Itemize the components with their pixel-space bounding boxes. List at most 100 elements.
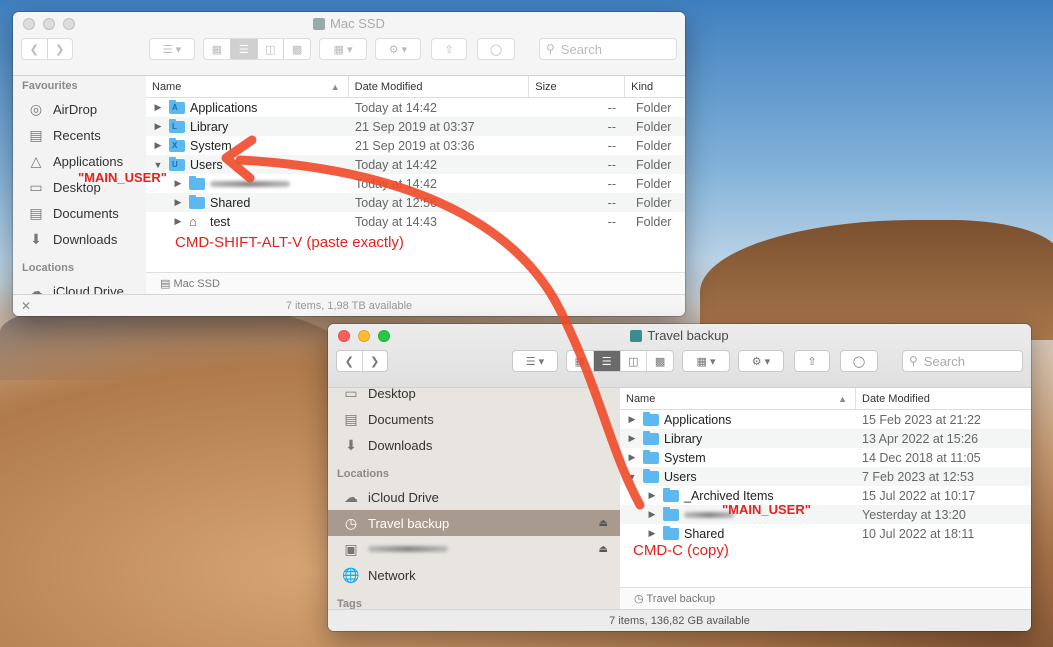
disclosure-triangle[interactable]: ▶ [172, 178, 184, 189]
column-kind[interactable]: Kind [625, 76, 685, 97]
row-name: System [190, 138, 232, 153]
back-forward-buttons: ❮ ❯ [21, 38, 73, 60]
sidebar-item-icloud-drive[interactable]: ☁ iCloud Drive [328, 484, 620, 510]
table-row[interactable]: ▶ Yesterday at 13:20 [620, 505, 1031, 524]
sidebar-item-documents[interactable]: ▤ Documents [13, 200, 146, 226]
finder-window-travel-backup[interactable]: Travel backup ❮ ❯ ☰ ▾ ▦ ☰ ◫ ▩ ▦ ▾ ⚙ ▾ ⇧ … [328, 324, 1031, 631]
icon-view-button[interactable]: ▦ [567, 351, 594, 371]
sidebar-item-desktop[interactable]: ▭ Desktop [328, 388, 620, 406]
titlebar[interactable]: Mac SSD ❮ ❯ ☰ ▾ ▦ ☰ ◫ ▩ ▦ ▾ ⚙ ▾ ⇧ ◯ ⚲ Sea… [13, 12, 685, 76]
search-field[interactable]: ⚲ Search [539, 38, 677, 60]
sidebar-item-travel-backup[interactable]: ◷ Travel backup ⏏ [328, 510, 620, 536]
sidebar-item-downloads[interactable]: ⬇ Downloads [328, 432, 620, 458]
row-date: 7 Feb 2023 at 12:53 [862, 469, 974, 484]
table-row[interactable]: ▶ L Library 21 Sep 2019 at 03:37 -- Folder [146, 117, 685, 136]
sidebar-item-network[interactable]: 🌐 Network [328, 562, 620, 588]
disclosure-triangle[interactable]: ▶ [626, 452, 638, 463]
tags-button[interactable]: ◯ [477, 38, 515, 60]
sidebar-item-label: Applications [53, 153, 124, 169]
column-header: Name ▲ Date Modified [620, 388, 1031, 410]
sort-ascending-icon: ▲ [330, 82, 340, 92]
group-by-button[interactable]: ☰ ▾ [512, 350, 558, 372]
disclosure-triangle[interactable]: ▶ [626, 414, 638, 425]
share-button[interactable]: ⇧ [794, 350, 830, 372]
arrange-button[interactable]: ▦ ▾ [682, 350, 730, 372]
row-date: 21 Sep 2019 at 03:36 [355, 138, 475, 153]
disclosure-triangle[interactable]: ▶ [152, 102, 164, 113]
tags-header: Tags [337, 598, 362, 609]
search-placeholder: Search [923, 353, 965, 369]
desktop-icon: ▭ [344, 388, 358, 401]
table-row[interactable]: ▶ A Applications Today at 14:42 -- Folder [146, 98, 685, 117]
disclosure-triangle-open[interactable]: ▼ [152, 160, 164, 170]
file-list[interactable]: Name ▲ Date Modified ▶ Applications 15 Feb … [620, 388, 1031, 609]
close-sidebar-icon[interactable]: ✕ [21, 295, 31, 316]
eject-icon[interactable]: ⏏ [599, 544, 608, 555]
titlebar[interactable]: Travel backup ❮ ❯ ☰ ▾ ▦ ☰ ◫ ▩ ▦ ▾ ⚙ ▾ ⇧ … [328, 324, 1031, 388]
eject-icon[interactable]: ⏏ [599, 518, 608, 529]
table-row[interactable]: ▶ Library 13 Apr 2022 at 15:26 [620, 429, 1031, 448]
arrange-button[interactable]: ▦ ▾ [319, 38, 367, 60]
disclosure-triangle[interactable]: ▶ [172, 216, 184, 227]
table-row[interactable]: ▼ Users 7 Feb 2023 at 12:53 [620, 467, 1031, 486]
file-list[interactable]: Name ▲ Date Modified Size Kind ▶ A Applicat… [146, 76, 685, 294]
column-view-button[interactable]: ◫ [258, 39, 285, 59]
disclosure-triangle[interactable]: ▶ [172, 197, 184, 208]
table-row[interactable]: ▶ Applications 15 Feb 2023 at 21:22 [620, 410, 1031, 429]
table-row[interactable]: ▶ X System 21 Sep 2019 at 03:36 -- Folder [146, 136, 685, 155]
disclosure-triangle[interactable]: ▶ [626, 433, 638, 444]
gallery-view-button[interactable]: ▩ [284, 39, 310, 59]
disk-icon [313, 18, 326, 30]
path-bar[interactable]: ◷ Travel backup [620, 587, 1031, 609]
applications-icon: △ [30, 153, 42, 169]
folder-icon [643, 449, 659, 464]
toolbar: ❮ ❯ ☰ ▾ ▦ ☰ ◫ ▩ ▦ ▾ ⚙ ▾ ⇧ ◯ ⚲ Search [13, 38, 685, 68]
list-view-button[interactable]: ☰ [593, 351, 621, 371]
table-row[interactable]: ▶ Shared Today at 12:56 -- Folder [146, 193, 685, 212]
column-name[interactable]: Name ▲ [146, 76, 349, 97]
table-row[interactable]: ▶ System 14 Dec 2018 at 11:05 [620, 448, 1031, 467]
forward-button[interactable]: ❯ [363, 351, 388, 371]
disclosure-triangle[interactable]: ▶ [646, 490, 658, 501]
row-name: Users [190, 157, 223, 172]
table-row[interactable]: ▼ U Users Today at 14:42 -- Folder [146, 155, 685, 174]
table-row[interactable]: ▶ ⌂ test Today at 14:43 -- Folder [146, 212, 685, 231]
list-view-button[interactable]: ☰ [230, 39, 258, 59]
annotation-main-user-source: "MAIN_USER" [722, 502, 811, 517]
forward-button[interactable]: ❯ [48, 39, 73, 59]
search-field[interactable]: ⚲ Search [902, 350, 1023, 372]
disclosure-triangle[interactable]: ▶ [646, 528, 658, 539]
action-button[interactable]: ⚙ ▾ [738, 350, 784, 372]
disclosure-triangle-open[interactable]: ▼ [626, 472, 638, 482]
column-date-modified[interactable]: Date Modified [856, 388, 1031, 409]
column-date-modified[interactable]: Date Modified [349, 76, 530, 97]
table-row[interactable]: ▶ _Archived Items 15 Jul 2022 at 10:17 [620, 486, 1031, 505]
share-button[interactable]: ⇧ [431, 38, 467, 60]
action-button[interactable]: ⚙ ▾ [375, 38, 421, 60]
column-size[interactable]: Size [529, 76, 626, 97]
sidebar-item-recents[interactable]: ▤ Recents [13, 122, 146, 148]
group-by-button[interactable]: ☰ ▾ [149, 38, 195, 60]
column-name[interactable]: Name ▲ [620, 388, 856, 409]
sidebar-item-downloads[interactable]: ⬇ Downloads [13, 226, 146, 252]
column-view-button[interactable]: ◫ [621, 351, 648, 371]
back-button[interactable]: ❮ [337, 351, 363, 371]
table-row[interactable]: ▶ Shared 10 Jul 2022 at 18:11 [620, 524, 1031, 543]
path-bar[interactable]: ▤ Mac SSD [146, 272, 685, 294]
time-machine-disk-icon [630, 330, 643, 342]
disclosure-triangle[interactable]: ▶ [152, 121, 164, 132]
back-button[interactable]: ❮ [22, 39, 48, 59]
disclosure-triangle[interactable]: ▶ [646, 509, 658, 520]
disclosure-triangle[interactable]: ▶ [152, 140, 164, 151]
sidebar-item-airdrop[interactable]: ◎ AirDrop [13, 96, 146, 122]
sidebar-item-redacted-disk[interactable]: ▣ ⏏ [328, 536, 620, 562]
tags-button[interactable]: ◯ [840, 350, 878, 372]
finder-window-mac-ssd[interactable]: Mac SSD ❮ ❯ ☰ ▾ ▦ ☰ ◫ ▩ ▦ ▾ ⚙ ▾ ⇧ ◯ ⚲ Sea… [13, 12, 685, 316]
gallery-view-button[interactable]: ▩ [647, 351, 673, 371]
sidebar-item-icloud-drive[interactable]: ☁ iCloud Drive [13, 278, 146, 294]
sidebar-item-documents[interactable]: ▤ Documents [328, 406, 620, 432]
row-size: -- [607, 176, 616, 191]
redacted-name [210, 180, 290, 187]
table-row[interactable]: ▶ Today at 14:42 -- Folder [146, 174, 685, 193]
icon-view-button[interactable]: ▦ [204, 39, 231, 59]
